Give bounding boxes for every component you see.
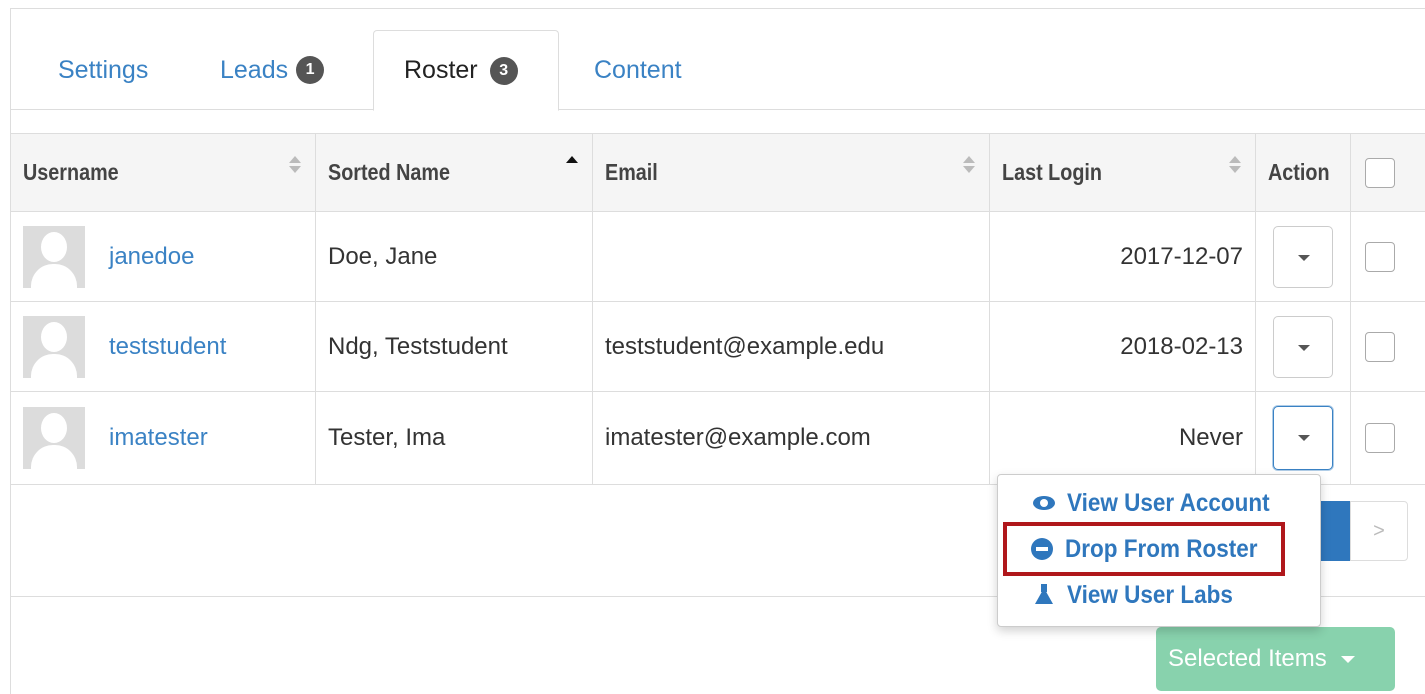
roster-count-badge: 3 <box>489 56 518 85</box>
sort-icon <box>289 156 301 174</box>
avatar <box>23 225 85 288</box>
table-row: imatester Tester, Ima imatester@example.… <box>10 391 1425 485</box>
caret-down-icon <box>1298 344 1310 351</box>
leads-count-badge: 1 <box>296 56 325 84</box>
action-dropdown-button[interactable] <box>1273 225 1333 288</box>
avatar <box>23 315 85 378</box>
email-cell <box>592 211 990 302</box>
tab-settings[interactable]: Settings <box>58 30 148 110</box>
eye-icon <box>1033 492 1055 514</box>
select-cell <box>1350 211 1425 302</box>
flask-icon <box>1033 584 1055 606</box>
menu-item-label: Drop From Roster <box>1065 534 1258 563</box>
tab-bar: Settings Leads 1 Roster 3 Content <box>10 30 1425 111</box>
tab-roster-label: Roster <box>404 56 478 84</box>
action-cell <box>1255 301 1351 392</box>
sorted-name-cell: Tester, Ima <box>315 391 593 485</box>
email-cell: imatester@example.com <box>592 391 990 485</box>
row-checkbox[interactable] <box>1365 423 1395 453</box>
column-header-email[interactable]: Email <box>592 133 990 212</box>
sort-icon <box>1229 156 1241 174</box>
tab-content[interactable]: Content <box>594 30 682 110</box>
menu-item-view-user-account[interactable]: View User Account <box>998 483 1320 523</box>
table-row: teststudent Ndg, Teststudent teststudent… <box>10 301 1425 392</box>
avatar <box>23 407 85 469</box>
column-header-last-login[interactable]: Last Login <box>989 133 1256 212</box>
column-header-action: Action <box>1255 133 1351 212</box>
tab-content-label: Content <box>594 55 682 84</box>
pagination-next-button[interactable]: > <box>1350 501 1408 561</box>
action-cell <box>1255 211 1351 302</box>
select-cell <box>1350 301 1425 392</box>
username-cell: teststudent <box>10 301 316 392</box>
menu-item-label: View User Account <box>1067 488 1270 517</box>
tab-leads[interactable]: Leads 1 <box>220 30 325 110</box>
username-link[interactable]: imatester <box>109 424 208 452</box>
action-dropdown-button[interactable] <box>1273 315 1333 378</box>
table-header-row: Username Sorted Name Email Last Login Ac… <box>10 133 1425 212</box>
username-link[interactable]: janedoe <box>109 243 194 271</box>
email-cell: teststudent@example.edu <box>592 301 990 392</box>
select-all-checkbox[interactable] <box>1365 157 1395 188</box>
table-row: janedoe Doe, Jane 2017-12-07 <box>10 211 1425 302</box>
action-dropdown-button[interactable] <box>1273 406 1333 470</box>
column-header-select-all <box>1350 133 1425 212</box>
menu-item-drop-from-roster[interactable]: Drop From Roster <box>1003 522 1285 576</box>
last-login-cell: 2017-12-07 <box>989 211 1256 302</box>
tab-settings-label: Settings <box>58 55 149 84</box>
minus-circle-icon <box>1031 538 1053 560</box>
caret-down-icon <box>1298 435 1310 441</box>
select-cell <box>1350 391 1425 485</box>
menu-item-view-user-labs[interactable]: View User Labs <box>998 575 1320 615</box>
last-login-cell: 2018-02-13 <box>989 301 1256 392</box>
tab-leads-label: Leads <box>220 55 289 84</box>
roster-table: Username Sorted Name Email Last Login Ac… <box>10 133 1425 485</box>
caret-down-icon <box>1298 254 1310 261</box>
action-dropdown-menu: View User Account Drop From Roster View … <box>997 474 1321 627</box>
menu-item-label: View User Labs <box>1067 580 1233 609</box>
username-cell: imatester <box>10 391 316 485</box>
row-checkbox[interactable] <box>1365 241 1395 272</box>
selected-items-button[interactable]: Selected Items <box>1156 627 1395 691</box>
sorted-name-cell: Ndg, Teststudent <box>315 301 593 392</box>
sorted-name-cell: Doe, Jane <box>315 211 593 302</box>
tab-roster[interactable]: Roster 3 <box>373 30 559 111</box>
last-login-cell: Never <box>989 391 1256 485</box>
column-header-username[interactable]: Username <box>10 133 316 212</box>
username-cell: janedoe <box>10 211 316 302</box>
selected-items-label: Selected Items <box>1168 645 1327 672</box>
row-checkbox[interactable] <box>1365 331 1395 362</box>
column-header-sorted-name[interactable]: Sorted Name <box>315 133 593 212</box>
sort-ascending-icon <box>566 156 578 174</box>
username-link[interactable]: teststudent <box>109 333 226 361</box>
sort-icon <box>963 156 975 174</box>
action-cell <box>1255 391 1351 485</box>
caret-down-icon <box>1340 655 1355 663</box>
